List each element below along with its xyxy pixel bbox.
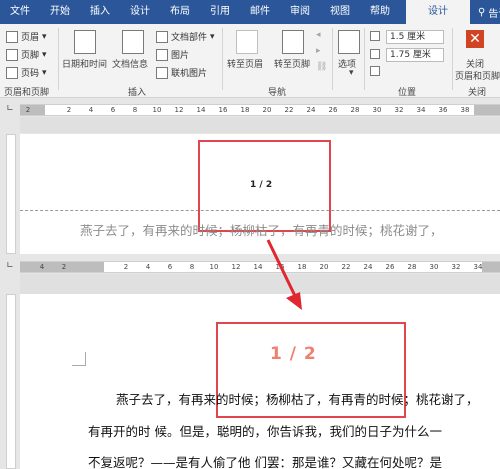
annotation-arrow-icon [266,239,302,310]
